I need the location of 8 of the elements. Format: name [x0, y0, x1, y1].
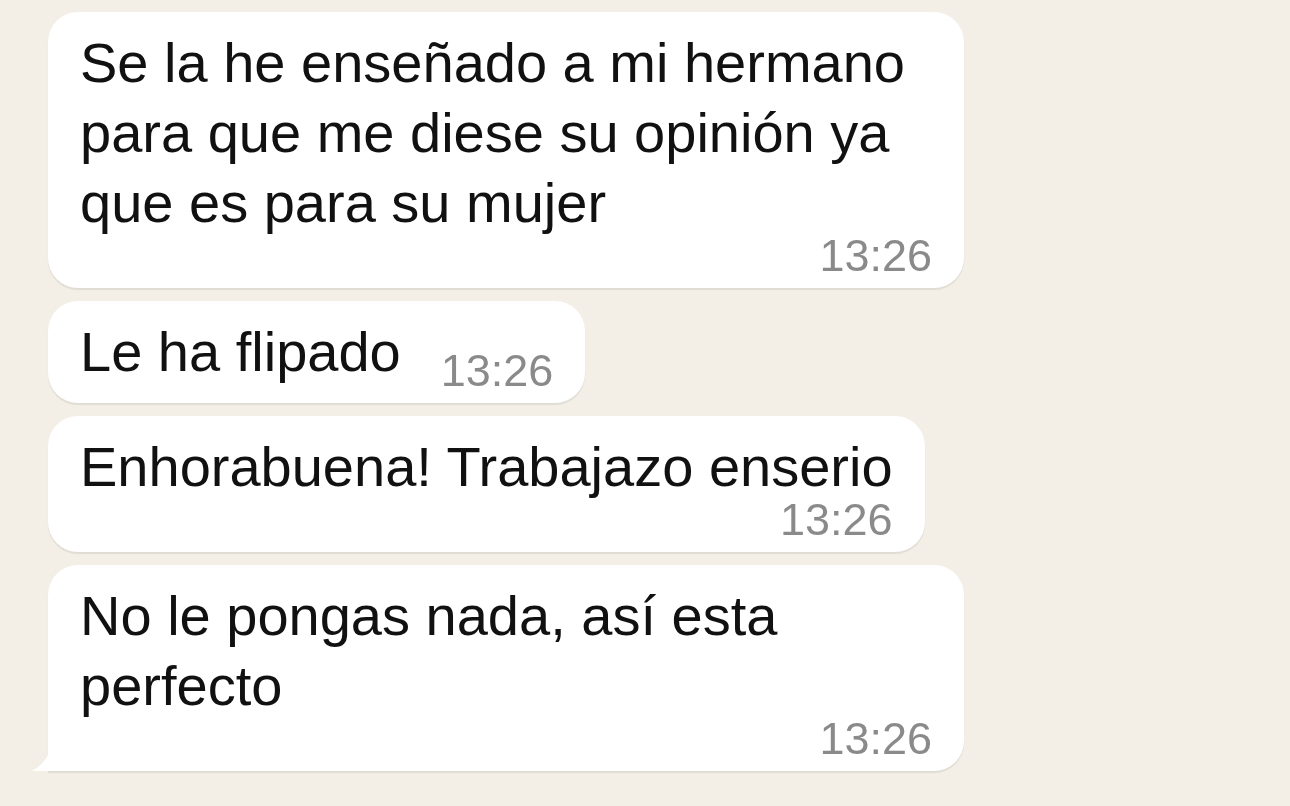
- message-text: Enhorabuena! Trabajazo enserio: [80, 434, 893, 500]
- message-text: Se la he enseñado a mi hermano para que me diese su opinión ya que es para su mujer: [80, 30, 906, 236]
- message-text: No le pongas nada, así esta perfecto: [80, 583, 779, 719]
- timestamp: 13:26: [819, 719, 932, 759]
- timestamp: 13:26: [440, 351, 554, 391]
- timestamp: 13:26: [779, 500, 893, 540]
- message-text: Le ha flipado: [80, 319, 401, 385]
- timestamp: 13:26: [819, 236, 932, 276]
